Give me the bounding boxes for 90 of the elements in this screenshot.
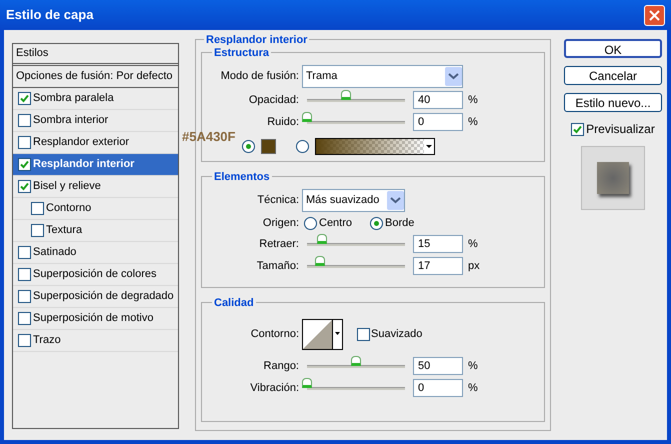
checkbox[interactable] — [18, 158, 31, 171]
field-label: Modo de fusión: — [220, 68, 300, 84]
list-item[interactable]: Textura — [13, 220, 178, 242]
item-label: Superposición de degradado — [33, 289, 174, 304]
checkbox[interactable] — [357, 328, 370, 340]
checkbox[interactable] — [18, 136, 31, 149]
field-label: Contorno: — [250, 326, 300, 342]
checkbox[interactable] — [18, 180, 31, 193]
color-swatch[interactable] — [261, 138, 276, 154]
checkbox[interactable] — [18, 312, 31, 325]
preview-thumbnail — [581, 146, 645, 210]
checkbox-label: Suavizado — [371, 326, 422, 342]
unit-label: % — [468, 380, 478, 396]
item-label: Resplandor interior — [33, 157, 134, 172]
value-field[interactable]: 0 — [413, 113, 463, 131]
field-label: Origen: — [262, 216, 300, 231]
radio-button[interactable] — [296, 140, 309, 152]
list-item[interactable]: Satinado — [13, 242, 178, 264]
dialog-button[interactable]: Cancelar — [564, 66, 662, 85]
item-label: Superposición de motivo — [33, 311, 154, 326]
color-annotation: #5A430F — [182, 128, 236, 146]
item-label: Textura — [46, 223, 82, 238]
item-label: Trazo — [33, 333, 61, 348]
checkbox[interactable] — [18, 92, 31, 105]
dropdown[interactable]: Más suavizado — [302, 188, 405, 212]
close-button[interactable] — [644, 4, 665, 26]
slider-thumb[interactable] — [302, 378, 312, 388]
field-label: Técnica: — [256, 192, 300, 208]
checkbox[interactable] — [18, 290, 31, 303]
list-item[interactable]: Superposición de colores — [13, 264, 178, 286]
slider-thumb[interactable] — [351, 356, 361, 366]
list-item[interactable]: Sombra paralela — [13, 88, 178, 110]
checkbox[interactable] — [18, 114, 31, 127]
gradient-picker[interactable] — [315, 138, 435, 154]
radio-label: Centro — [319, 216, 352, 231]
dropdown-value: Trama — [306, 68, 338, 84]
unit-label: px — [468, 258, 480, 274]
checkbox-label: Previsualizar — [586, 121, 655, 138]
dropdown-value: Más suavizado — [306, 192, 380, 208]
item-label: Superposición de colores — [33, 267, 157, 282]
item-label: Contorno — [46, 201, 92, 216]
value-field[interactable]: 17 — [413, 257, 463, 275]
list-item[interactable]: Superposición de degradado — [13, 286, 178, 308]
field-label: Vibración: — [249, 380, 300, 396]
radio-button[interactable] — [370, 216, 384, 230]
field-label: Retraer: — [258, 236, 300, 252]
dialog-button[interactable]: OK — [564, 39, 662, 58]
close-icon — [649, 10, 660, 20]
unit-label: % — [468, 358, 478, 374]
checkbox[interactable] — [31, 202, 44, 215]
value-field[interactable]: 15 — [413, 235, 463, 253]
list-item[interactable]: Contorno — [13, 198, 178, 220]
unit-label: % — [468, 236, 478, 252]
radio-button[interactable] — [304, 216, 317, 230]
radio-button[interactable] — [242, 140, 255, 152]
slider-thumb[interactable] — [341, 90, 352, 100]
list-item[interactable]: Superposición de motivo — [13, 308, 178, 330]
contour-picker[interactable] — [302, 318, 343, 350]
unit-label: % — [468, 114, 478, 130]
field-label: Rango: — [262, 358, 300, 374]
item-label: Satinado — [33, 245, 76, 260]
checkbox[interactable] — [18, 246, 31, 259]
list-item[interactable]: Resplandor interior — [13, 154, 178, 176]
checkbox[interactable] — [18, 268, 31, 281]
slider-thumb[interactable] — [302, 112, 312, 122]
slider-thumb[interactable] — [316, 234, 327, 244]
dropdown[interactable]: Trama — [302, 64, 463, 88]
checkbox[interactable] — [571, 122, 584, 136]
radio-label: Borde — [385, 216, 414, 231]
window-title: Estilo de capa — [6, 6, 94, 24]
unit-label: % — [468, 92, 478, 108]
dialog-button[interactable]: Estilo nuevo... — [564, 93, 662, 112]
item-label: Resplandor exterior — [33, 135, 129, 150]
value-field[interactable]: 0 — [413, 379, 463, 397]
slider-thumb[interactable] — [314, 256, 325, 266]
list-item[interactable]: Bisel y relieve — [13, 176, 178, 198]
checkbox[interactable] — [18, 334, 31, 347]
value-field[interactable]: 50 — [413, 357, 463, 375]
field-label: Ruido: — [266, 114, 300, 130]
item-label: Sombra paralela — [33, 91, 114, 106]
field-label: Tamaño: — [256, 258, 300, 274]
list-item[interactable]: Opciones de fusión: Por defecto — [13, 66, 178, 88]
list-item[interactable]: Sombra interior — [13, 110, 178, 132]
item-label: Sombra interior — [33, 113, 108, 128]
item-label: Bisel y relieve — [33, 179, 101, 194]
value-field[interactable]: 40 — [413, 91, 463, 109]
field-label: Opacidad: — [248, 92, 300, 108]
list-item[interactable]: Trazo — [13, 330, 178, 352]
checkbox[interactable] — [31, 224, 44, 237]
list-header: Estilos — [13, 44, 178, 66]
